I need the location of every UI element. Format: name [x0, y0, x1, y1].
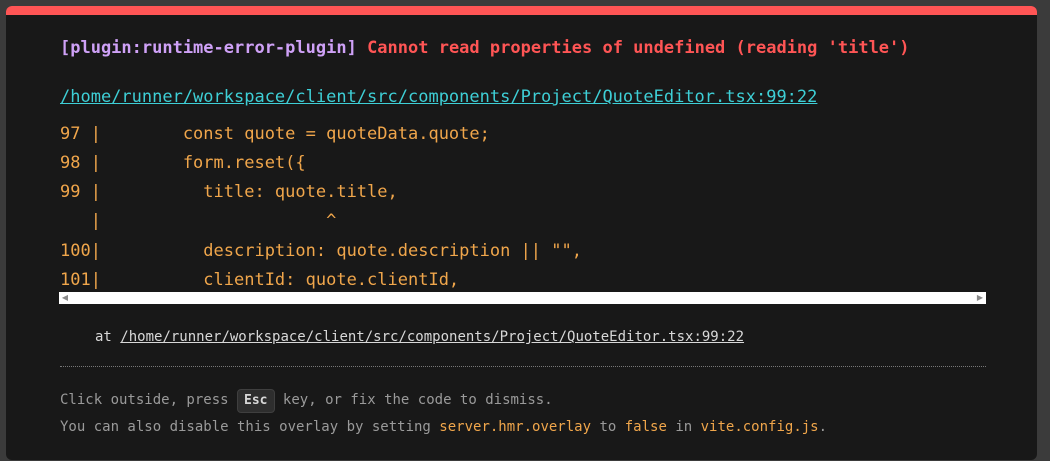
config-file: vite.config.js — [700, 419, 819, 435]
dismiss-tip: Click outside, press Esc key, or fix the… — [60, 389, 553, 413]
code-line-caret: | ^ — [60, 211, 337, 231]
error-top-bar — [6, 6, 1037, 15]
stack-trace: at /home/runner/workspace/client/src/com… — [95, 328, 744, 346]
tip-text: You can also disable this overlay by set… — [60, 419, 440, 435]
error-file-link[interactable]: /home/runner/workspace/client/src/compon… — [60, 86, 817, 108]
tip-text: . — [818, 419, 828, 435]
config-value: false — [624, 419, 667, 435]
esc-key: Esc — [237, 389, 275, 413]
scroll-right-arrow-icon[interactable]: ▶ — [974, 292, 986, 304]
disable-tip: You can also disable this overlay by set… — [60, 418, 827, 436]
stack-location-link[interactable]: /home/runner/workspace/client/src/compon… — [120, 329, 744, 345]
code-line: 97 | const quote = quoteData.quote; — [60, 124, 490, 144]
error-text: Cannot read properties of undefined (rea… — [367, 38, 910, 58]
code-line: 99 | title: quote.title, — [60, 182, 398, 202]
stack-at-label: at — [95, 329, 112, 345]
error-message: [plugin:runtime-error-plugin] Cannot rea… — [60, 37, 910, 59]
code-line: 100| description: quote.description || "… — [60, 241, 582, 261]
tip-text: to — [591, 419, 625, 435]
tip-text: in — [666, 419, 701, 435]
error-overlay: [plugin:runtime-error-plugin] Cannot rea… — [6, 6, 1037, 460]
code-line: 101| clientId: quote.clientId, — [60, 270, 460, 290]
plugin-name: [plugin:runtime-error-plugin] — [60, 38, 357, 58]
config-key: server.hmr.overlay — [439, 419, 592, 435]
code-frame-scrollbar[interactable]: ◀ ▶ — [59, 292, 986, 304]
code-frame: 97 | const quote = quoteData.quote; 98 |… — [60, 115, 985, 291]
scroll-left-arrow-icon[interactable]: ◀ — [59, 292, 71, 304]
tip-text: key, or fix the code to dismiss. — [274, 392, 553, 408]
tip-text: Click outside, press — [60, 392, 238, 408]
code-line: 98 | form.reset({ — [60, 153, 306, 173]
divider — [60, 366, 986, 367]
